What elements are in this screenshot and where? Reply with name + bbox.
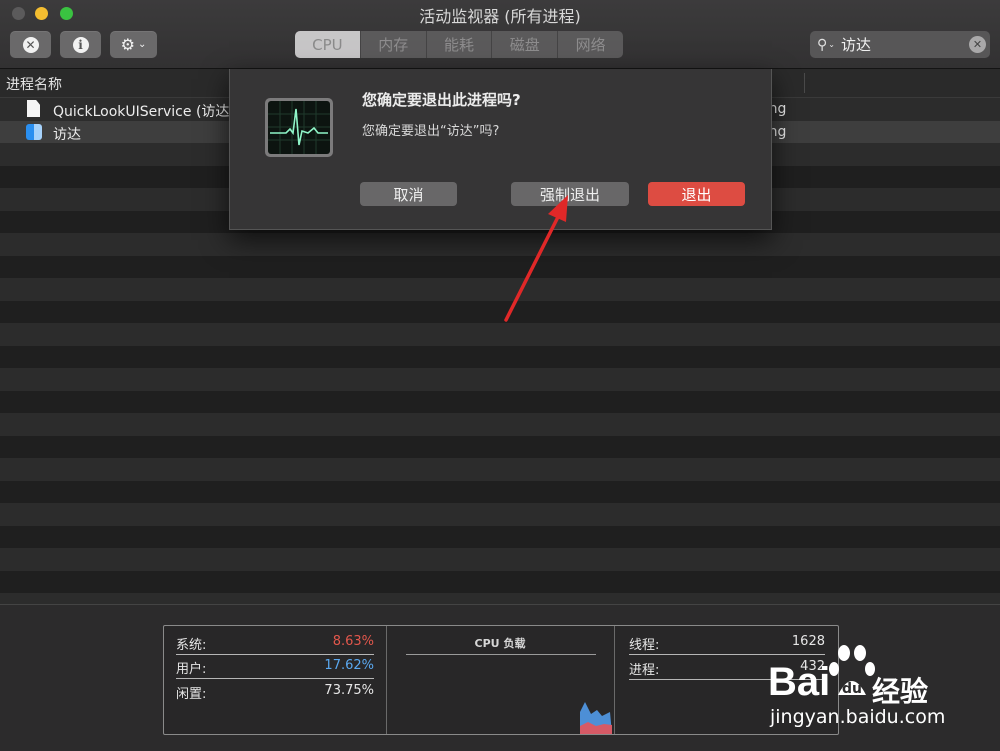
column-divider <box>804 73 805 93</box>
system-stat: 系统: 8.63% <box>176 630 374 655</box>
activity-monitor-app-icon <box>265 98 333 157</box>
inspect-process-button[interactable]: i <box>60 31 101 58</box>
table-row-empty <box>0 368 1000 391</box>
tab-cpu[interactable]: CPU <box>295 31 360 58</box>
tab-energy[interactable]: 能耗 <box>425 31 492 58</box>
cpu-summary-panel: 系统: 8.63% 用户: 17.62% 闲置: 73.75% CPU 负载 线… <box>163 625 839 735</box>
table-row-empty <box>0 548 1000 571</box>
table-row-empty <box>0 593 1000 604</box>
quit-button[interactable]: 退出 <box>648 182 745 206</box>
window-title: 活动监视器 (所有进程) <box>419 7 581 26</box>
search-menu-chevron-icon: ⌄ <box>828 40 835 49</box>
quit-confirmation-dialog: 您确定要退出此进程吗? 您确定要退出“访达”吗? 取消 强制退出 退出 <box>229 69 772 230</box>
table-row-empty <box>0 480 1000 503</box>
table-row-empty <box>0 255 1000 278</box>
table-row-empty <box>0 390 1000 413</box>
search-input[interactable]: 访达 <box>841 34 969 55</box>
table-row-empty <box>0 525 1000 548</box>
category-tabs: CPU 内存 能耗 磁盘 网络 <box>295 31 623 58</box>
dialog-message: 您确定要退出“访达”吗? <box>362 124 500 139</box>
force-quit-button[interactable]: 强制退出 <box>511 182 629 206</box>
watermark-jingyan: 经验 <box>872 675 929 708</box>
document-icon <box>27 100 40 117</box>
watermark-url: jingyan.baidu.com <box>770 706 946 728</box>
process-name: QuickLookUIService (访达) <box>53 104 235 120</box>
tab-memory[interactable]: 内存 <box>359 31 426 58</box>
table-row-empty <box>0 300 1000 323</box>
user-stat: 用户: 17.62% <box>176 654 374 679</box>
column-process-name[interactable]: 进程名称 <box>6 74 62 94</box>
panel-divider <box>614 626 615 734</box>
processes-label: 进程: <box>629 663 660 678</box>
x-circle-icon: ✕ <box>22 36 39 53</box>
cancel-button[interactable]: 取消 <box>360 182 457 206</box>
watermark-brand: Bai <box>768 660 830 703</box>
cpu-load-graph <box>580 702 612 734</box>
title-toolbar: 活动监视器 (所有进程) ✕ i ⚙ ⌄ CPU 内存 能耗 磁盘 网络 ⚲ ⌄… <box>0 0 1000 69</box>
idle-value: 73.75% <box>324 683 374 698</box>
gear-icon: ⚙ <box>120 35 135 54</box>
tab-disk[interactable]: 磁盘 <box>491 31 557 58</box>
idle-label: 闲置: <box>176 687 207 702</box>
table-row-empty <box>0 435 1000 458</box>
search-icon: ⚲ <box>817 36 828 53</box>
cpu-load-title: CPU 负载 <box>474 637 526 650</box>
stop-process-button[interactable]: ✕ <box>10 31 51 58</box>
cpu-load-rule <box>406 654 596 655</box>
table-row-empty <box>0 458 1000 481</box>
paw-letters: du <box>842 681 862 697</box>
tab-network[interactable]: 网络 <box>557 31 623 58</box>
system-value: 8.63% <box>332 634 374 649</box>
threads-label: 线程: <box>629 638 660 653</box>
process-name: 访达 <box>53 126 81 143</box>
table-row-empty <box>0 413 1000 436</box>
table-row-empty <box>0 345 1000 368</box>
info-circle-icon: i <box>72 36 89 53</box>
chevron-down-icon: ⌄ <box>137 39 147 50</box>
finder-icon <box>26 123 42 140</box>
dialog-title: 您确定要退出此进程吗? <box>362 91 521 109</box>
user-label: 用户: <box>176 662 207 677</box>
idle-stat: 闲置: 73.75% <box>176 679 374 703</box>
action-menu-button[interactable]: ⚙ ⌄ <box>110 31 157 58</box>
table-row-empty <box>0 233 1000 256</box>
system-label: 系统: <box>176 638 207 653</box>
search-field[interactable]: ⚲ ⌄ 访达 ✕ <box>810 31 990 58</box>
table-row-empty <box>0 278 1000 301</box>
table-row-empty <box>0 503 1000 526</box>
user-value: 17.62% <box>324 658 374 673</box>
baidu-watermark-logo: Bai du <box>768 645 875 703</box>
clear-search-icon[interactable]: ✕ <box>969 36 986 53</box>
table-row-empty <box>0 570 1000 593</box>
table-row-empty <box>0 323 1000 346</box>
